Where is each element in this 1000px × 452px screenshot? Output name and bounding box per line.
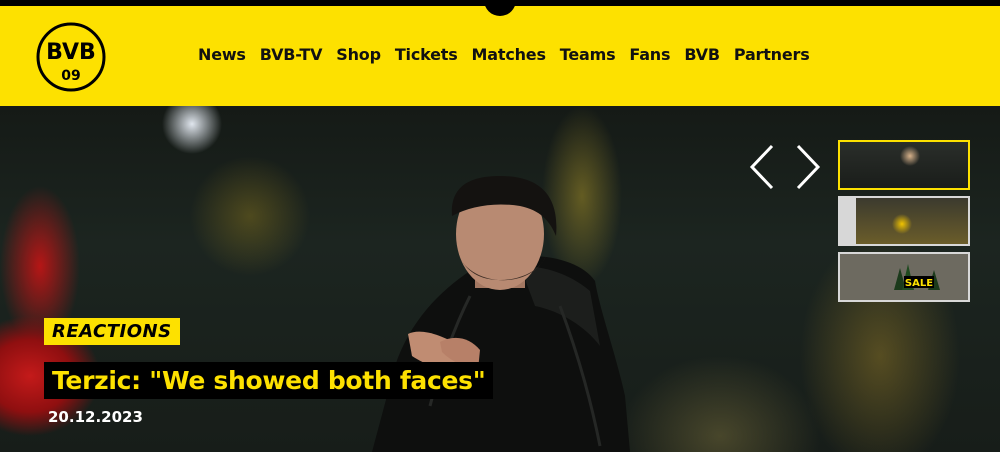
thumbnail-1[interactable] [838,140,970,190]
site-header: BVB 09 News BVB-TV Shop Tickets Matches … [0,6,1000,106]
nav-item-shop[interactable]: Shop [336,45,381,64]
hero-headline[interactable]: Terzic: "We showed both faces" [44,362,494,399]
nav-item-matches[interactable]: Matches [472,45,546,64]
svg-text:SALE: SALE [905,278,933,289]
nav-item-news[interactable]: News [198,45,246,64]
slider-prev-button[interactable] [746,142,780,192]
hero-slider[interactable]: SALE REACTIONS Terzic: "We showed both f… [0,106,1000,452]
thumbnail-3[interactable]: SALE [838,252,970,302]
nav-item-partners[interactable]: Partners [734,45,810,64]
slider-next-button[interactable] [790,142,824,192]
svg-text:BVB: BVB [46,40,96,65]
nav-item-bvb-tv[interactable]: BVB-TV [260,45,323,64]
thumbnail-2[interactable] [838,196,970,246]
main-nav: News BVB-TV Shop Tickets Matches Teams F… [198,45,824,64]
chevron-right-icon [796,144,821,190]
nav-item-tickets[interactable]: Tickets [395,45,458,64]
nav-item-bvb[interactable]: BVB [684,45,720,64]
sale-logo: SALE [894,264,940,290]
nav-item-teams[interactable]: Teams [560,45,616,64]
category-badge[interactable]: REACTIONS [44,318,180,345]
bvb-logo[interactable]: BVB 09 [36,22,106,92]
chevron-left-icon [749,144,774,190]
slider-thumbnails: SALE [838,140,972,308]
hero-date: 20.12.2023 [48,408,143,426]
svg-text:09: 09 [61,68,80,84]
nav-item-fans[interactable]: Fans [629,45,670,64]
